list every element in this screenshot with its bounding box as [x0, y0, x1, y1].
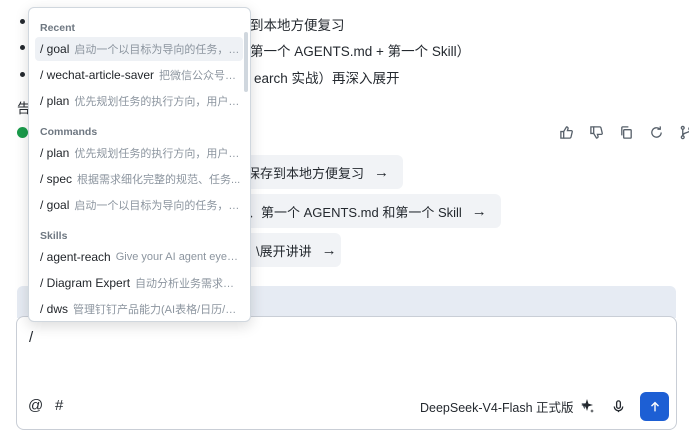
menu-item-name: / Diagram Expert: [40, 276, 131, 290]
menu-item-name: / spec: [40, 172, 73, 186]
menu-item-name: / wechat-article-saver: [40, 68, 155, 82]
suggestion-chip[interactable]: \展开讲讲 →: [244, 233, 341, 267]
message-composer[interactable]: / @ # DeepSeek-V4-Flash 正式版 ▼: [16, 316, 677, 430]
bullet: [20, 45, 25, 50]
slash-command-menu: Recent / goal 启动一个以目标为导向的任务，并... / wecha…: [28, 7, 251, 322]
thumbs-up-icon[interactable]: [558, 124, 574, 140]
branch-icon[interactable]: [678, 124, 689, 140]
menu-item-desc: 根据需求细化完整的规范、任务...: [77, 174, 241, 186]
hash-button[interactable]: #: [55, 397, 63, 414]
menu-item-desc: Give your AI agent eyes t...: [115, 251, 243, 263]
check-icon: [17, 127, 28, 138]
menu-item[interactable]: / agent-reach Give your AI agent eyes t.…: [35, 245, 243, 269]
suggestion-label: \展开讲讲: [256, 243, 312, 259]
sparkle-icon[interactable]: [578, 397, 596, 415]
menu-item-desc: 把微信公众号文...: [159, 70, 243, 82]
chat-text-line: earch 实战）再深入展开: [254, 71, 400, 86]
menu-item[interactable]: / goal 启动一个以目标为导向的任务，并...: [35, 193, 243, 217]
arrow-right-icon: →: [471, 202, 487, 220]
menu-item[interactable]: / dws 管理钉钉产品能力(AI表格/日历/通...: [35, 297, 243, 321]
microphone-icon[interactable]: [609, 397, 627, 415]
thumbs-down-icon[interactable]: [588, 124, 604, 140]
chat-text-line: 第一个 AGENTS.md + 第一个 Skill）: [250, 44, 471, 59]
menu-item-name: / agent-reach: [40, 250, 111, 264]
menu-item[interactable]: / Diagram Expert 自动分析业务需求，...: [35, 271, 243, 295]
menu-item-name: / goal: [40, 42, 70, 56]
menu-item-desc: 优先规划任务的执行方向，用户确...: [74, 96, 243, 108]
menu-item[interactable]: / wechat-article-saver 把微信公众号文...: [35, 63, 243, 87]
suggestion-chip[interactable]: 、第一个 AGENTS.md 和第一个 Skill →: [236, 194, 501, 228]
menu-item-desc: 自动分析业务需求，...: [135, 278, 243, 290]
model-selector[interactable]: DeepSeek-V4-Flash 正式版 ▼: [420, 397, 589, 416]
chat-text-line: 到本地方便复习: [250, 18, 345, 33]
bullet: [20, 72, 25, 77]
menu-item-name: / plan: [40, 94, 70, 108]
menu-section-recent: Recent: [40, 22, 76, 34]
menu-item[interactable]: / plan 优先规划任务的执行方向，用户确...: [35, 89, 243, 113]
menu-item[interactable]: / spec 根据需求细化完整的规范、任务...: [35, 167, 243, 191]
copy-icon[interactable]: [618, 124, 634, 140]
refresh-icon[interactable]: [648, 124, 664, 140]
menu-item[interactable]: / plan 优先规划任务的执行方向，用户确...: [35, 141, 243, 165]
model-name: DeepSeek-V4-Flash 正式版: [420, 401, 574, 415]
menu-item-name: / plan: [40, 146, 70, 160]
arrow-up-icon: [650, 401, 659, 411]
menu-item-desc: 启动一个以目标为导向的任务，并...: [74, 44, 243, 56]
send-button[interactable]: [640, 392, 669, 421]
arrow-right-icon: →: [321, 241, 337, 259]
menu-section-commands: Commands: [40, 126, 98, 138]
mention-button[interactable]: @: [28, 397, 43, 414]
menu-item-desc: 启动一个以目标为导向的任务，并...: [74, 200, 243, 212]
menu-section-skills: Skills: [40, 230, 68, 242]
arrow-right-icon: →: [374, 163, 390, 181]
suggestion-label: 、第一个 AGENTS.md 和第一个 Skill: [248, 204, 462, 220]
message-actions: [558, 124, 689, 140]
bullet: [20, 19, 25, 24]
menu-item-name: / dws: [40, 302, 69, 316]
menu-item-name: / goal: [40, 198, 70, 212]
menu-item[interactable]: / goal 启动一个以目标为导向的任务，并...: [35, 37, 243, 61]
menu-scrollbar[interactable]: [244, 32, 248, 92]
suggestion-label: 件保存到本地方便复习: [234, 165, 365, 181]
menu-item-desc: 优先规划任务的执行方向，用户确...: [74, 148, 243, 160]
composer-input-value[interactable]: /: [29, 329, 33, 346]
menu-item-desc: 管理钉钉产品能力(AI表格/日历/通...: [73, 304, 243, 316]
